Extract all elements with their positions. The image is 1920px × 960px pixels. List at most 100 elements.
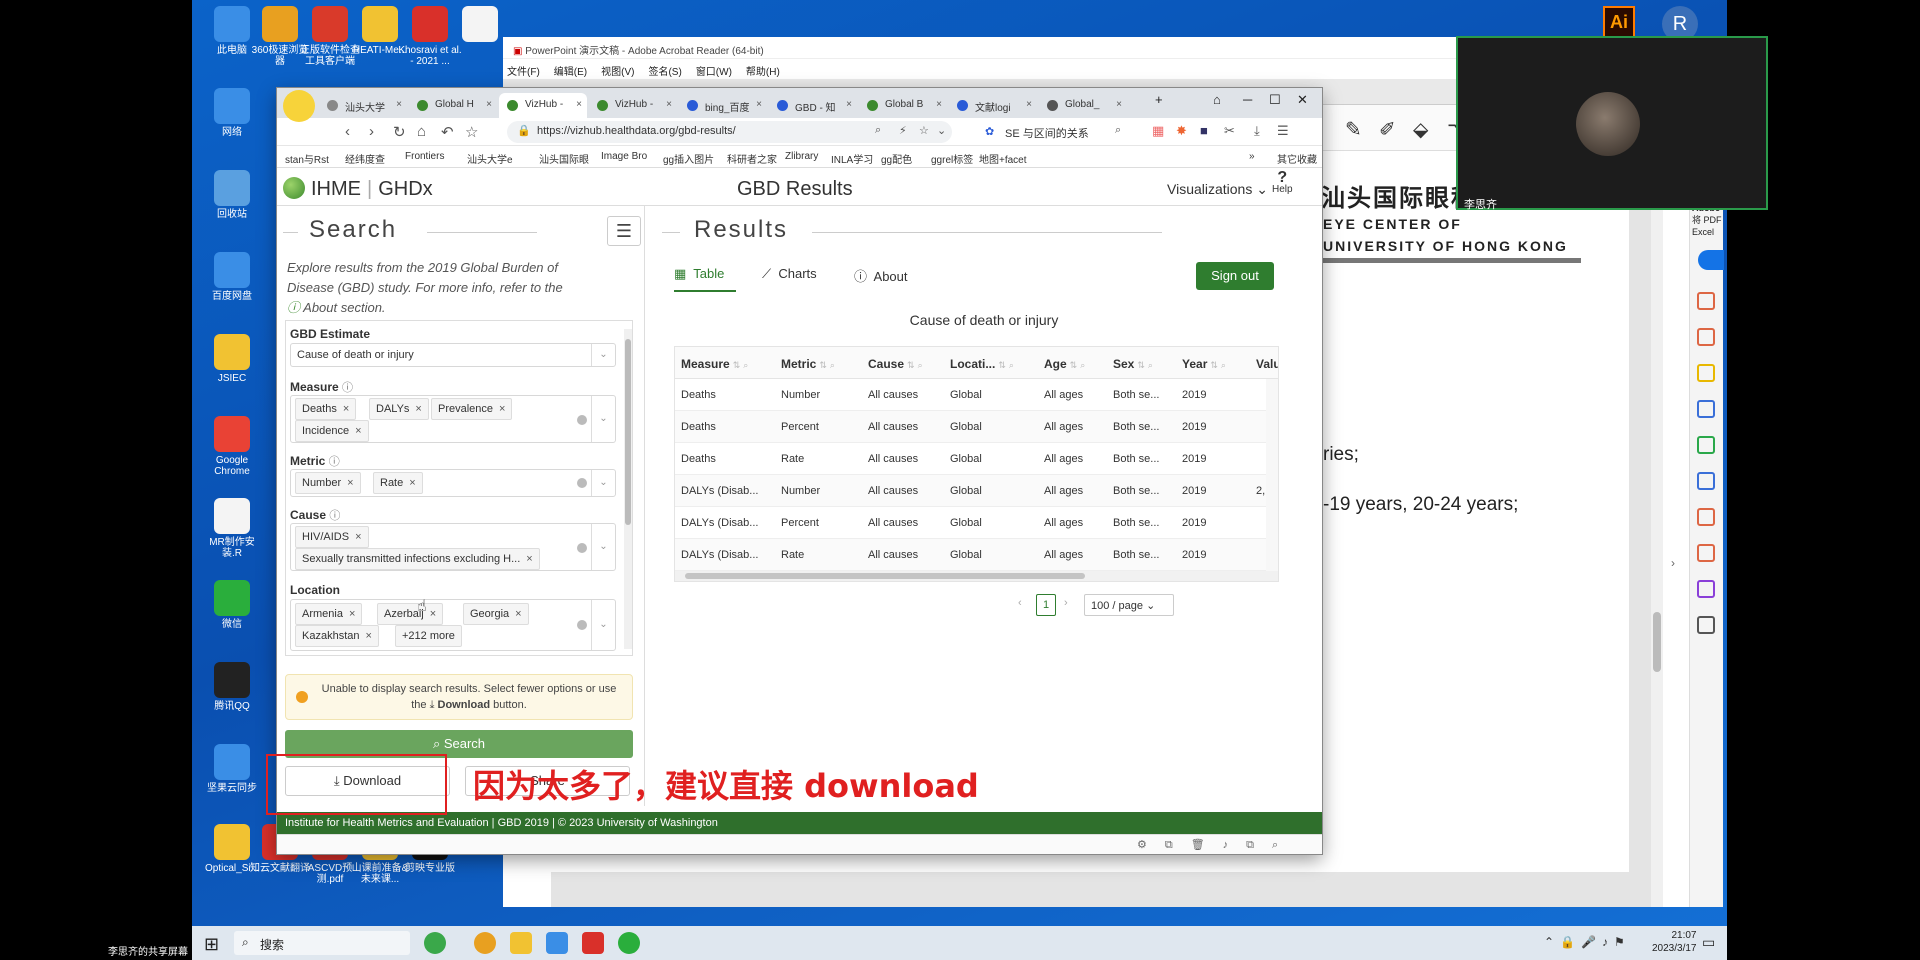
bookmark-item[interactable]: 地图+facet <box>979 151 1027 166</box>
bookmark-item[interactable]: 其它收藏 <box>1277 151 1317 166</box>
measure-chip[interactable]: Prevalence × <box>431 398 513 420</box>
tab-list-icon[interactable]: ⌂ <box>1213 92 1221 107</box>
stamp-icon[interactable]: ⬙ <box>1413 117 1428 142</box>
bookmark-item[interactable]: stan与Rst <box>285 151 329 166</box>
table-row[interactable]: DALYs (Disab... Percent All causes Global Al… <box>675 507 1278 539</box>
browser-tab[interactable]: VizHub - × <box>589 93 677 118</box>
location-select[interactable]: ⌄ Armenia × Azerbaij × Georgia × Kazakhstan × +2… <box>290 599 616 651</box>
browser-search-box[interactable]: ✿ SE 与区间的关系 ⌕ <box>977 121 1137 143</box>
chevron-down-icon[interactable]: ⌄ <box>591 470 615 496</box>
remove-chip-icon[interactable]: × <box>343 403 349 415</box>
home-icon[interactable]: ⌂ <box>417 123 426 140</box>
tab-close-icon[interactable]: × <box>936 99 942 110</box>
metric-select[interactable]: ⌄ Number × Rate × <box>290 469 616 497</box>
estimate-select[interactable]: Cause of death or injury ⌄ <box>290 343 616 367</box>
clear-icon[interactable] <box>577 415 587 425</box>
page-number[interactable]: 1 <box>1036 594 1056 616</box>
filter-search-icon[interactable]: ⌕ <box>1080 360 1085 370</box>
remove-chip-icon[interactable]: × <box>409 477 415 489</box>
clear-icon[interactable] <box>577 478 587 488</box>
chevron-down-icon[interactable]: ⌄ <box>591 524 615 570</box>
bookmark-item[interactable]: 汕头大学e <box>467 151 513 166</box>
zoom-icon[interactable]: ⌕ <box>875 124 881 137</box>
clear-icon[interactable] <box>577 543 587 553</box>
remove-chip-icon[interactable]: × <box>430 608 436 620</box>
remove-chip-icon[interactable]: × <box>499 403 505 415</box>
location-chip[interactable]: Kazakhstan × <box>295 625 379 647</box>
tab-close-icon[interactable]: × <box>1116 99 1122 110</box>
url-dropdown-icon[interactable]: ⌄ <box>937 124 946 137</box>
tab-close-icon[interactable]: × <box>486 99 492 110</box>
bolt-icon[interactable]: ⚡ <box>899 124 907 137</box>
tab-charts[interactable]: ⟋ Charts <box>762 266 817 282</box>
browser-search-icon[interactable]: ⌕ <box>1115 124 1121 137</box>
browser-tab[interactable]: 文献logi × <box>949 93 1037 118</box>
table-vscroll[interactable] <box>1266 379 1278 571</box>
remove-chip-icon[interactable]: × <box>365 630 371 642</box>
filters-scrollbar[interactable] <box>624 329 632 649</box>
browser-tab[interactable]: VizHub - × <box>499 93 587 118</box>
table-hscroll[interactable] <box>675 571 1278 581</box>
acrobat-taskbar-icon[interactable] <box>582 932 604 954</box>
photo-app-icon[interactable] <box>546 932 568 954</box>
column-header[interactable]: Metric ⇅ ⌕ <box>781 357 835 371</box>
sort-icon[interactable]: ⇅ <box>1210 360 1218 370</box>
remove-chip-icon[interactable]: × <box>347 477 353 489</box>
desktop-icon[interactable]: 百度网盘 <box>200 252 264 302</box>
table-row[interactable]: Deaths Rate All causes Global All ages Both s… <box>675 443 1278 475</box>
back-icon[interactable]: ‹ <box>345 123 350 140</box>
browser-avatar[interactable] <box>283 90 315 122</box>
expand-panel-icon[interactable]: › <box>1671 556 1675 570</box>
desktop-icon[interactable]: Google Chrome <box>200 416 264 477</box>
bookmark-item[interactable]: INLA学习 <box>831 151 873 166</box>
next-page-icon[interactable]: › <box>1064 597 1068 609</box>
doc-scroll-thumb[interactable] <box>1653 612 1661 672</box>
cause-chip[interactable]: Sexually transmitted infections excludin… <box>295 548 540 570</box>
table-row[interactable]: DALYs (Disab... Rate All causes Global All a… <box>675 539 1278 571</box>
menu-edit[interactable]: 编辑(E) <box>554 63 587 78</box>
menu-view[interactable]: 视图(V) <box>601 63 634 78</box>
help-button[interactable]: ? Help <box>1272 170 1293 196</box>
location-chip[interactable]: Georgia × <box>463 603 529 625</box>
scan-icon[interactable] <box>1697 472 1715 490</box>
tab-close-icon[interactable]: × <box>576 99 582 110</box>
page-size-select[interactable]: 100 / page ⌄ <box>1084 594 1174 616</box>
star-icon[interactable]: ☆ <box>465 123 478 141</box>
remove-chip-icon[interactable]: × <box>526 553 532 565</box>
column-header[interactable]: Age ⇅ ⌕ <box>1044 357 1085 371</box>
filter-search-icon[interactable]: ⌕ <box>743 360 748 370</box>
browser-menu-icon[interactable]: ☰ <box>1277 123 1289 139</box>
redact-icon[interactable] <box>1697 544 1715 562</box>
favorite-icon[interactable]: ☆ <box>919 124 929 137</box>
browser-tab[interactable]: GBD - 知 × <box>769 93 857 118</box>
filters-scroll-thumb[interactable] <box>625 339 631 525</box>
remove-chip-icon[interactable]: × <box>515 608 521 620</box>
create-pdf-icon[interactable] <box>1697 292 1715 310</box>
pen-icon[interactable]: ✐ <box>1379 117 1396 142</box>
metric-chip[interactable]: Rate × <box>373 472 423 494</box>
tab-close-icon[interactable]: × <box>846 99 852 110</box>
sort-icon[interactable]: ⇅ <box>819 360 827 370</box>
compress-icon[interactable] <box>1697 436 1715 454</box>
clear-icon[interactable] <box>577 620 587 630</box>
new-tab-button[interactable]: + <box>1155 92 1163 107</box>
tab-about[interactable]: ⓘ About <box>854 266 908 285</box>
organize-icon[interactable] <box>1697 400 1715 418</box>
menu-file[interactable]: 文件(F) <box>507 63 540 78</box>
remove-chip-icon[interactable]: × <box>349 608 355 620</box>
ihme-logo-icon[interactable] <box>283 177 305 199</box>
prev-page-icon[interactable]: ‹ <box>1018 597 1022 609</box>
info-icon[interactable]: ⓘ <box>329 510 340 522</box>
cause-select[interactable]: ⌄ HIV/AIDS × Sexually transmitted infectio… <box>290 523 616 571</box>
column-header[interactable]: Locati... ⇅ ⌕ <box>950 357 1014 371</box>
menu-sign[interactable]: 签名(S) <box>648 63 681 78</box>
ext-icon-3[interactable]: ■ <box>1200 123 1208 138</box>
table-row[interactable]: DALYs (Disab... Number All causes Global All… <box>675 475 1278 507</box>
column-header[interactable]: Valu <box>1256 357 1278 371</box>
chevron-down-icon[interactable]: ⌄ <box>591 344 615 366</box>
bookmark-item[interactable]: Zlibrary <box>785 151 818 162</box>
file-explorer-icon[interactable] <box>510 932 532 954</box>
statusbar-icons[interactable]: ⚙⧉🗑♪⧉⌕ <box>1137 838 1296 852</box>
browser-tab[interactable]: Global H × <box>409 93 497 118</box>
sign-icon[interactable] <box>1697 580 1715 598</box>
